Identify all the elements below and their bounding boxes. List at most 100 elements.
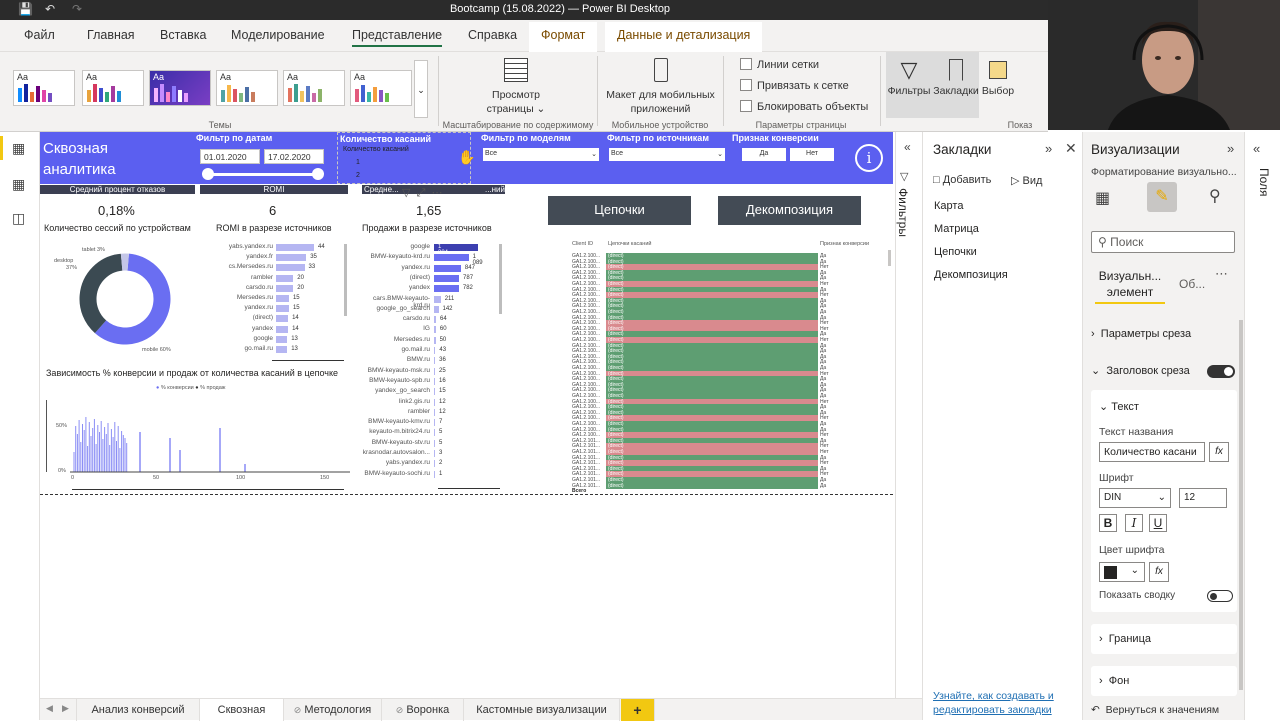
- theme-swatch-5[interactable]: Aa: [283, 70, 345, 106]
- chains-button[interactable]: Цепочки: [548, 196, 691, 225]
- romi-bar: [276, 274, 294, 282]
- table-scrollbar[interactable]: [888, 250, 891, 266]
- show-tooltip-toggle[interactable]: [1207, 590, 1233, 602]
- italic-button[interactable]: I: [1125, 514, 1143, 532]
- page-tab[interactable]: Кастомные визуализации: [464, 699, 620, 721]
- snap-checkbox[interactable]: Привязать к сетке: [740, 79, 849, 92]
- more-options-icon[interactable]: ⋯: [1215, 266, 1228, 282]
- expand-fields-icon[interactable]: «: [1253, 141, 1260, 156]
- data-view-icon[interactable]: ▦: [12, 176, 25, 193]
- theme-swatch-3[interactable]: Aa: [149, 70, 211, 106]
- expand-filters-icon[interactable]: «: [904, 140, 911, 154]
- tab-view[interactable]: Представление: [352, 28, 443, 47]
- font-color-fx-button[interactable]: fx: [1149, 562, 1169, 582]
- theme-swatch-2[interactable]: Aa: [82, 70, 144, 106]
- decomposition-button[interactable]: Декомпозиция: [718, 196, 861, 225]
- bookmark-view-button[interactable]: ▷ Вид: [1011, 174, 1042, 187]
- theme-swatch-6[interactable]: Aa: [350, 70, 412, 106]
- tab-general[interactable]: Об...: [1179, 277, 1205, 291]
- add-page-button[interactable]: +: [621, 699, 655, 721]
- filters-pane-collapsed[interactable]: « ▽ Фильтры: [895, 132, 922, 720]
- touches-option-2[interactable]: 2: [356, 172, 360, 179]
- viz-scrollbar[interactable]: [1239, 320, 1243, 690]
- date-range-slider[interactable]: [208, 173, 320, 176]
- page-tab[interactable]: ⊘ Методология: [284, 699, 382, 721]
- reset-defaults-link[interactable]: ↶ Вернуться к значениям: [1091, 704, 1219, 716]
- date-slider-handle-right[interactable]: [312, 168, 324, 180]
- subsection-text[interactable]: ⌄ Текст: [1099, 400, 1139, 413]
- tab-modeling[interactable]: Моделирование: [231, 28, 325, 42]
- scatter-chart[interactable]: [70, 402, 350, 474]
- section-slicer-settings[interactable]: › Параметры среза: [1091, 328, 1191, 340]
- model-view-icon[interactable]: ◫: [12, 210, 25, 227]
- cursor-hand-icon: ✋: [458, 149, 476, 165]
- table-header-conversion: Признак конверсии: [820, 241, 870, 247]
- format-visual-icon[interactable]: ✎: [1147, 182, 1177, 212]
- gridlines-checkbox[interactable]: Линии сетки: [740, 58, 819, 71]
- build-visual-icon[interactable]: ▦: [1095, 188, 1110, 208]
- page-tab[interactable]: ⊘ Воронка: [382, 699, 464, 721]
- donut-chart[interactable]: [40, 236, 200, 356]
- collapse-viz-icon[interactable]: »: [1227, 141, 1234, 156]
- sources-dropdown[interactable]: Все ⌄: [609, 148, 725, 161]
- section-border[interactable]: › Граница: [1091, 624, 1237, 654]
- theme-swatch-4[interactable]: Aa: [216, 70, 278, 106]
- sales-scrollbar[interactable]: [499, 244, 502, 314]
- bookmarks-help-link[interactable]: Узнайте, как создавать и редактировать з…: [933, 689, 1073, 717]
- tab-home[interactable]: Главная: [87, 28, 135, 42]
- page-tabs-bar: ◀ ▶ Анализ конверсий Сквозная ⊘ Методоло…: [40, 698, 922, 721]
- bookmark-item[interactable]: Цепочки: [934, 246, 977, 258]
- mobile-layout-button[interactable]: Макет для мобильных приложений: [603, 58, 718, 116]
- touches-option-1[interactable]: 1: [356, 159, 360, 166]
- theme-swatch-1[interactable]: Aa: [13, 70, 75, 106]
- tab-file[interactable]: Файл: [24, 28, 55, 42]
- page-view-button[interactable]: Просмотр страницы ⌄: [478, 58, 554, 116]
- tab-visual-element[interactable]: Визуальн... элемент: [1095, 268, 1165, 304]
- sales-bar-value: 782: [462, 285, 473, 292]
- analytics-icon[interactable]: ⚲: [1209, 186, 1221, 206]
- font-family-select[interactable]: DIN ⌄: [1099, 488, 1171, 508]
- prev-page-icon[interactable]: ◀: [46, 703, 53, 714]
- section-slicer-header[interactable]: ⌄ Заголовок среза: [1091, 364, 1190, 377]
- collapse-bookmarks-icon[interactable]: »: [1045, 141, 1052, 156]
- viz-search-input[interactable]: ⚲ Поиск: [1091, 231, 1235, 253]
- bookmark-item[interactable]: Декомпозиция: [934, 269, 1008, 281]
- tab-help[interactable]: Справка: [468, 28, 517, 42]
- fx-button[interactable]: fx: [1209, 442, 1229, 462]
- conversion-yes-button[interactable]: Да: [742, 148, 786, 161]
- tab-data-drill[interactable]: Данные и детализация: [605, 22, 763, 52]
- close-bookmarks-icon[interactable]: ✕: [1065, 140, 1077, 157]
- add-bookmark-button[interactable]: □ Добавить: [933, 174, 991, 186]
- bookmarks-pane-button[interactable]: Закладки: [932, 56, 980, 98]
- tab-format[interactable]: Формат: [529, 22, 598, 52]
- filters-pane-button[interactable]: ▽ Фильтры: [886, 56, 932, 98]
- lock-objects-checkbox[interactable]: Блокировать объекты: [740, 100, 868, 113]
- romi-scrollbar[interactable]: [344, 244, 347, 316]
- bookmark-item[interactable]: Карта: [934, 200, 963, 212]
- bookmark-item[interactable]: Матрица: [934, 223, 979, 235]
- date-slider-handle-left[interactable]: [202, 168, 214, 180]
- font-size-stepper[interactable]: 12: [1179, 488, 1227, 508]
- date-to-input[interactable]: 17.02.2020: [264, 149, 324, 164]
- underline-button[interactable]: U: [1149, 514, 1167, 532]
- date-from-input[interactable]: 01.01.2020: [200, 149, 260, 164]
- table-row[interactable]: GA1.2.101... (direct) Да: [572, 482, 892, 489]
- next-page-icon[interactable]: ▶: [62, 703, 69, 714]
- info-icon[interactable]: i: [855, 144, 883, 172]
- page-tab-active[interactable]: Сквозная: [200, 699, 284, 721]
- slicer-header-toggle[interactable]: [1207, 365, 1235, 378]
- tab-insert[interactable]: Вставка: [160, 28, 206, 42]
- bold-button[interactable]: B: [1099, 514, 1117, 532]
- conversion-no-button[interactable]: Нет: [790, 148, 834, 161]
- themes-expand-icon[interactable]: ⌄: [414, 60, 428, 118]
- report-view-icon[interactable]: ▦: [12, 140, 25, 157]
- font-color-picker[interactable]: ⌄: [1099, 562, 1145, 582]
- touches-slicer[interactable]: Количество касаний Количество касаний 1 …: [337, 132, 475, 184]
- visual-header-icons[interactable]: ▽ ⤢ ⋯: [402, 186, 442, 200]
- section-background[interactable]: › Фон: [1091, 666, 1237, 696]
- selection-pane-button[interactable]: Выбор: [981, 56, 1015, 98]
- page-tab[interactable]: Анализ конверсий: [76, 699, 200, 721]
- models-dropdown[interactable]: Все ⌄: [483, 148, 599, 161]
- fields-pane-collapsed[interactable]: « Поля: [1244, 132, 1280, 720]
- title-text-input[interactable]: Количество касани: [1099, 442, 1205, 462]
